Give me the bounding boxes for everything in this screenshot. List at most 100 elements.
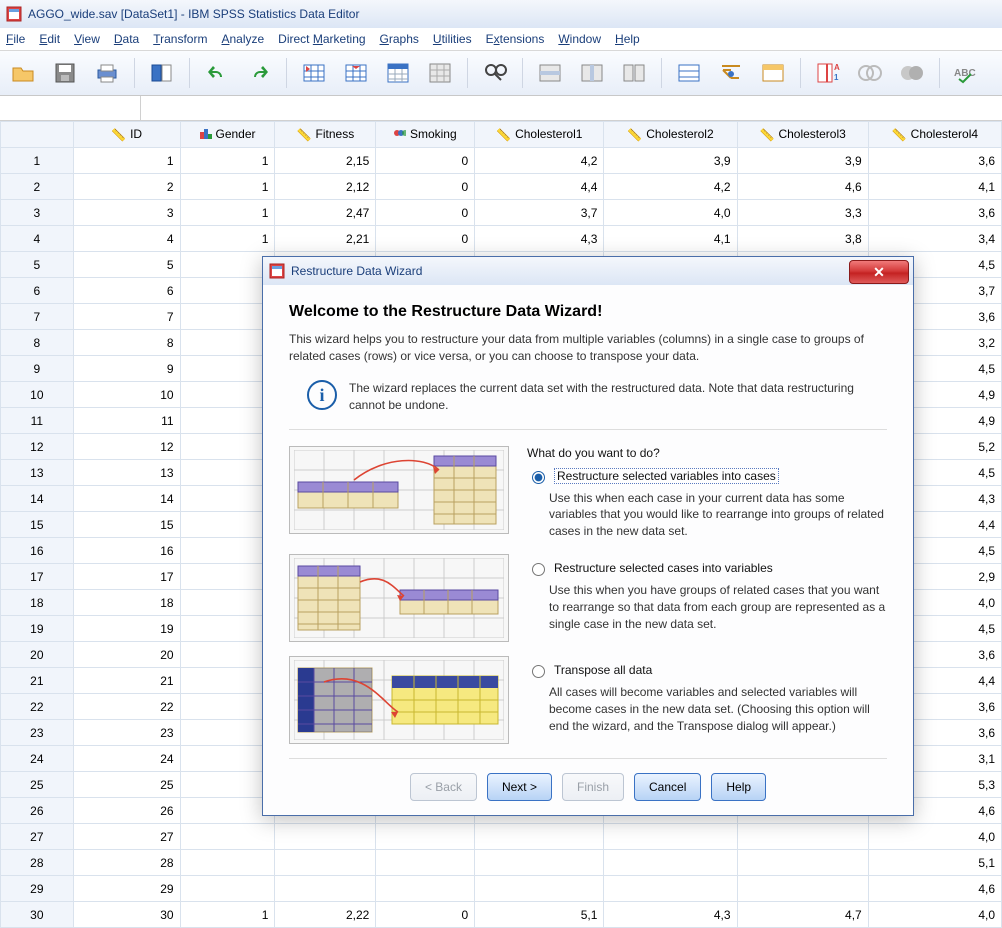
- cell[interactable]: [180, 382, 275, 408]
- cell[interactable]: 5,1: [475, 902, 604, 928]
- cell[interactable]: 4,0: [604, 200, 737, 226]
- row-header[interactable]: 13: [1, 460, 74, 486]
- cell[interactable]: 17: [73, 564, 180, 590]
- cell[interactable]: [180, 642, 275, 668]
- variables-icon[interactable]: [381, 56, 415, 90]
- insert-cases-icon[interactable]: [533, 56, 567, 90]
- cell[interactable]: [180, 564, 275, 590]
- menu-graphs[interactable]: Graphs: [380, 32, 419, 46]
- cell[interactable]: 4,1: [604, 226, 737, 252]
- cell[interactable]: 3,7: [475, 200, 604, 226]
- undo-icon[interactable]: [200, 56, 234, 90]
- cell[interactable]: [180, 772, 275, 798]
- table-row[interactable]: 4 4 1 2,21 0 4,3 4,1 3,8 3,4: [1, 226, 1002, 252]
- corner-cell[interactable]: [1, 122, 74, 148]
- cell[interactable]: [275, 876, 376, 902]
- col-header-id[interactable]: 📏ID: [73, 122, 180, 148]
- row-header[interactable]: 22: [1, 694, 74, 720]
- cell[interactable]: [737, 850, 868, 876]
- row-header[interactable]: 20: [1, 642, 74, 668]
- cell[interactable]: 7: [73, 304, 180, 330]
- row-header[interactable]: 7: [1, 304, 74, 330]
- row-header[interactable]: 19: [1, 616, 74, 642]
- reset-sets-icon[interactable]: [895, 56, 929, 90]
- cell[interactable]: [180, 746, 275, 772]
- row-header[interactable]: 18: [1, 590, 74, 616]
- cell[interactable]: 3,6: [868, 200, 1001, 226]
- cell[interactable]: [180, 876, 275, 902]
- weight-cases-icon[interactable]: [672, 56, 706, 90]
- recall-dialog-icon[interactable]: [145, 56, 179, 90]
- cell[interactable]: [475, 850, 604, 876]
- cell[interactable]: 2,22: [275, 902, 376, 928]
- opt1-radio[interactable]: Restructure selected variables into case…: [527, 468, 887, 484]
- cell[interactable]: 4,0: [868, 824, 1001, 850]
- cell[interactable]: [180, 486, 275, 512]
- cell[interactable]: 0: [376, 902, 475, 928]
- menu-data[interactable]: Data: [114, 32, 139, 46]
- row-header[interactable]: 2: [1, 174, 74, 200]
- row-header[interactable]: 3: [1, 200, 74, 226]
- cell[interactable]: 0: [376, 148, 475, 174]
- col-header-c2[interactable]: 📏Cholesterol2: [604, 122, 737, 148]
- cell[interactable]: 18: [73, 590, 180, 616]
- cell[interactable]: 3,6: [868, 148, 1001, 174]
- cell[interactable]: [180, 694, 275, 720]
- select-cases-icon[interactable]: [714, 56, 748, 90]
- row-header[interactable]: 28: [1, 850, 74, 876]
- goto-variable-icon[interactable]: [339, 56, 373, 90]
- spellcheck-icon[interactable]: ABC: [950, 56, 984, 90]
- col-header-fitness[interactable]: 📏Fitness: [275, 122, 376, 148]
- cell[interactable]: 22: [73, 694, 180, 720]
- cell[interactable]: 1: [73, 148, 180, 174]
- cell[interactable]: [180, 798, 275, 824]
- row-header[interactable]: 25: [1, 772, 74, 798]
- cell[interactable]: 23: [73, 720, 180, 746]
- row-header[interactable]: 12: [1, 434, 74, 460]
- cell[interactable]: [604, 876, 737, 902]
- cell[interactable]: [180, 252, 275, 278]
- row-header[interactable]: 27: [1, 824, 74, 850]
- run-descriptives-icon[interactable]: [423, 56, 457, 90]
- row-header[interactable]: 15: [1, 512, 74, 538]
- menu-extensions[interactable]: Extensions: [486, 32, 545, 46]
- cancel-button[interactable]: Cancel: [634, 773, 701, 801]
- help-button[interactable]: Help: [711, 773, 766, 801]
- cell[interactable]: [376, 876, 475, 902]
- cell[interactable]: 4,0: [868, 902, 1001, 928]
- table-row[interactable]: 28 28 5,1: [1, 850, 1002, 876]
- col-header-c1[interactable]: 📏Cholesterol1: [475, 122, 604, 148]
- cell[interactable]: [275, 824, 376, 850]
- cell[interactable]: 0: [376, 200, 475, 226]
- cell[interactable]: [180, 850, 275, 876]
- cell[interactable]: 4,2: [475, 148, 604, 174]
- dialog-titlebar[interactable]: Restructure Data Wizard ✕: [263, 257, 913, 285]
- cell[interactable]: [475, 876, 604, 902]
- row-header[interactable]: 1: [1, 148, 74, 174]
- row-header[interactable]: 23: [1, 720, 74, 746]
- cell[interactable]: [180, 538, 275, 564]
- col-header-smoking[interactable]: Smoking: [376, 122, 475, 148]
- goto-case-icon[interactable]: [297, 56, 331, 90]
- find-icon[interactable]: [478, 56, 512, 90]
- redo-icon[interactable]: [242, 56, 276, 90]
- cell[interactable]: [180, 720, 275, 746]
- cell[interactable]: 1: [180, 174, 275, 200]
- cell[interactable]: 28: [73, 850, 180, 876]
- row-header[interactable]: 5: [1, 252, 74, 278]
- row-header[interactable]: 26: [1, 798, 74, 824]
- cell[interactable]: 25: [73, 772, 180, 798]
- row-header[interactable]: 9: [1, 356, 74, 382]
- menu-analyze[interactable]: Analyze: [221, 32, 264, 46]
- open-icon[interactable]: [6, 56, 40, 90]
- row-header[interactable]: 6: [1, 278, 74, 304]
- cell[interactable]: 20: [73, 642, 180, 668]
- cell[interactable]: [180, 408, 275, 434]
- cell[interactable]: 3,9: [604, 148, 737, 174]
- row-header[interactable]: 10: [1, 382, 74, 408]
- cell[interactable]: 1: [180, 200, 275, 226]
- cell[interactable]: 1: [180, 902, 275, 928]
- cell[interactable]: 13: [73, 460, 180, 486]
- row-header[interactable]: 17: [1, 564, 74, 590]
- cell[interactable]: 2: [73, 174, 180, 200]
